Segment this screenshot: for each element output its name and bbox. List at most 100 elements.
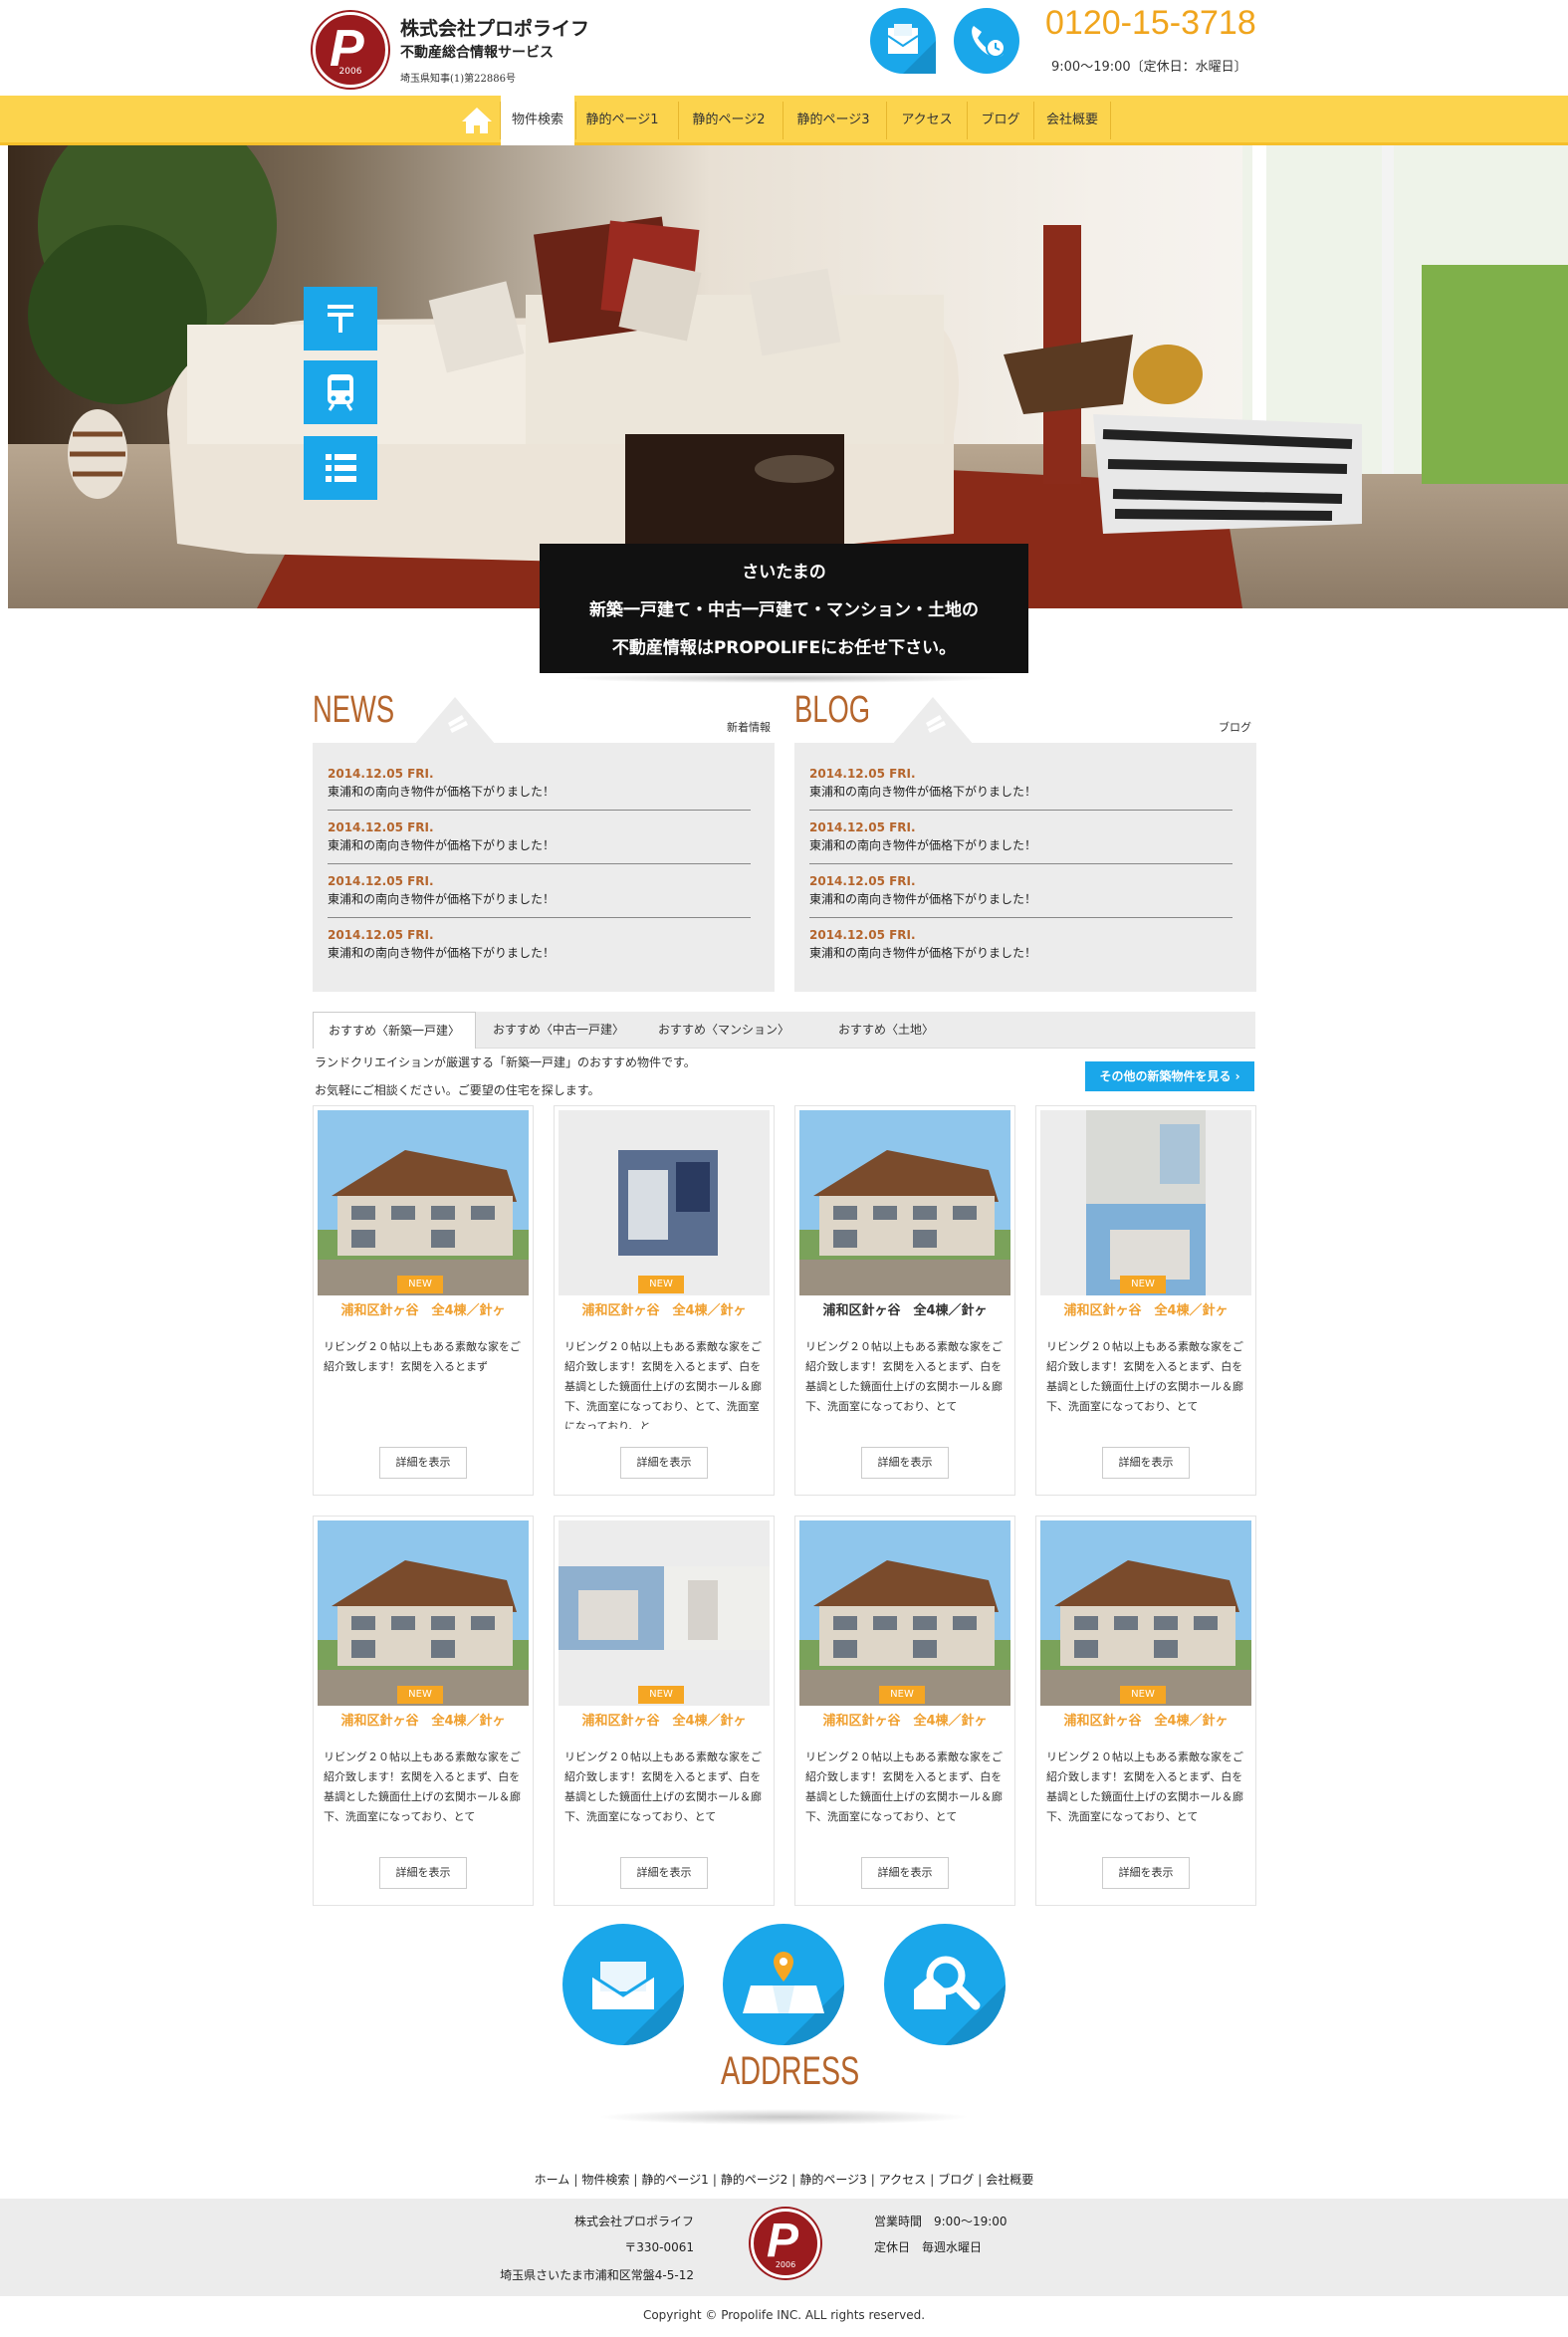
detail-button[interactable]: 詳細を表示 [1102,1857,1190,1889]
hero-caption-line: 不動産情報はPROPOLIFEにお任せ下さい。 [611,638,957,658]
footer-logo[interactable]: P 2006 [751,2209,820,2278]
property-card[interactable]: NEW 浦和区針ヶ谷 全4棟／針ヶ リビング２０帖以上もある素敵な家をご紹介致します… [1035,1105,1256,1496]
footer-link-static3[interactable]: 静的ページ3 [795,2171,870,2188]
phone-number[interactable]: 0120-15-3718 [1045,4,1256,43]
blog-text[interactable]: 東浦和の南向き物件が価格下がりました！ [809,783,1232,800]
nav-item-access[interactable]: アクセス [887,96,967,145]
blog-text[interactable]: 東浦和の南向き物件が価格下がりました！ [809,836,1232,853]
blog-title: BLOG [794,689,871,731]
property-title[interactable]: 浦和区針ヶ谷 全4棟／針ヶ [1036,1299,1255,1318]
blog-item[interactable]: 2014.12.05 FRI. 東浦和の南向き物件が価格下がりました！ [809,874,1232,918]
property-photo[interactable] [559,1110,770,1295]
property-title[interactable]: 浦和区針ヶ谷 全4棟／針ヶ [795,1710,1014,1729]
address-title: ADDRESS [721,2049,860,2093]
property-card[interactable]: NEW 浦和区針ヶ谷 全4棟／針ヶ リビング２０帖以上もある素敵な家をご紹介致します… [313,1105,534,1496]
map-pin-icon[interactable] [723,1924,844,2045]
news-list: 2014.12.05 FRI. 東浦和の南向き物件が価格下がりました！ 2014… [313,743,775,992]
detail-button[interactable]: 詳細を表示 [1102,1447,1190,1479]
property-photo[interactable] [318,1110,529,1295]
postal-search-button[interactable] [304,287,377,351]
property-card[interactable]: 浦和区針ヶ谷 全4棟／針ヶリビング２０帖以上もある素敵な家をご紹介致します！玄関… [794,1105,1015,1496]
train-search-button[interactable] [304,360,377,424]
footer-link-blog[interactable]: ブログ [934,2171,978,2188]
nav-item-company[interactable]: 会社概要 [1034,96,1110,145]
new-badge: NEW [1120,1276,1166,1293]
property-photo[interactable] [799,1110,1010,1295]
tab-land[interactable]: おすすめ〈土地〉 [806,1012,966,1049]
news-text[interactable]: 東浦和の南向き物件が価格下がりました！ [328,890,751,907]
property-photo[interactable] [559,1520,770,1706]
news-date: 2014.12.05 FRI. [328,767,434,781]
news-text[interactable]: 東浦和の南向き物件が価格下がりました！ [328,944,751,961]
company-name: 株式会社プロポライフ [400,18,590,40]
detail-button[interactable]: 詳細を表示 [620,1447,708,1479]
footer-link-static2[interactable]: 静的ページ2 [717,2171,791,2188]
news-item[interactable]: 2014.12.05 FRI. 東浦和の南向き物件が価格下がりました！ [328,820,751,864]
property-description: リビング２０帖以上もある素敵な家をご紹介致します！玄関を入るとまず、白を基調とし… [564,1751,762,1823]
nav-item-static3[interactable]: 静的ページ3 [784,96,883,145]
more-properties-button[interactable]: その他の新築物件を見る › [1085,1061,1254,1091]
property-description: リビング２０帖以上もある素敵な家をご紹介致します！玄関を入るとまず、白を基調とし… [805,1340,1003,1413]
new-badge: NEW [879,1686,925,1704]
footer-link-home[interactable]: ホーム [531,2171,574,2188]
list-search-button[interactable] [304,436,377,500]
property-title[interactable]: 浦和区針ヶ谷 全4棟／針ヶ [555,1299,774,1318]
mail-icon[interactable] [870,8,936,74]
nav-item-blog[interactable]: ブログ [968,96,1033,145]
company-logo[interactable]: P 2006 [313,12,388,88]
phone-clock-icon[interactable] [954,8,1019,74]
contact-mail-icon[interactable] [562,1924,684,2045]
property-photo[interactable] [1040,1520,1251,1706]
detail-button[interactable]: 詳細を表示 [379,1447,467,1479]
tab-mansion[interactable]: おすすめ〈マンション〉 [641,1012,806,1049]
blog-item[interactable]: 2014.12.05 FRI. 東浦和の南向き物件が価格下がりました！ [809,767,1232,811]
nav-item-search[interactable]: 物件検索 [501,96,574,145]
footer-logo-year: 2006 [775,2260,796,2269]
property-title[interactable]: 浦和区針ヶ谷 全4棟／針ヶ [314,1710,533,1729]
blog-text[interactable]: 東浦和の南向き物件が価格下がりました！ [809,944,1232,961]
new-badge: NEW [1120,1686,1166,1704]
property-photo[interactable] [318,1520,529,1706]
tab-used-house[interactable]: おすすめ〈中古一戸建〉 [476,1012,641,1049]
news-text[interactable]: 東浦和の南向き物件が価格下がりました！ [328,836,751,853]
news-text[interactable]: 東浦和の南向き物件が価格下がりました！ [328,783,751,800]
hero-caption: さいたまの 新築一戸建て・中古一戸建て・マンション・土地の 不動産情報はPROP… [540,544,1028,673]
property-title[interactable]: 浦和区針ヶ谷 全4棟／針ヶ [1036,1710,1255,1729]
blog-item[interactable]: 2014.12.05 FRI. 東浦和の南向き物件が価格下がりました！ [809,928,1232,961]
property-description: リビング２０帖以上もある素敵な家をご紹介致します！玄関を入るとまず、白を基調とし… [805,1751,1003,1823]
property-card[interactable]: NEW 浦和区針ヶ谷 全4棟／針ヶ リビング２０帖以上もある素敵な家をご紹介致します… [1035,1516,1256,1906]
footer-address: 埼玉県さいたま市浦和区常盤4-5-12 [500,2268,694,2282]
property-card[interactable]: NEW 浦和区針ヶ谷 全4棟／針ヶ リビング２０帖以上もある素敵な家をご紹介致します… [554,1105,775,1496]
property-title[interactable]: 浦和区針ヶ谷 全4棟／針ヶ [314,1299,533,1318]
detail-button[interactable]: 詳細を表示 [861,1857,949,1889]
property-photo[interactable] [799,1520,1010,1706]
property-card[interactable]: NEW 浦和区針ヶ谷 全4棟／針ヶリビング２０帖以上もある素敵な家をご紹介致します… [794,1516,1015,1906]
service-tagline: 不動産総合情報サービス [400,45,554,61]
property-photo[interactable] [1040,1110,1251,1295]
blog-item[interactable]: 2014.12.05 FRI. 東浦和の南向き物件が価格下がりました！ [809,820,1232,864]
detail-button[interactable]: 詳細を表示 [379,1857,467,1889]
footer-link-static1[interactable]: 静的ページ1 [637,2171,712,2188]
news-item[interactable]: 2014.12.05 FRI. 東浦和の南向き物件が価格下がりました！ [328,874,751,918]
nav-item-static2[interactable]: 静的ページ2 [679,96,779,145]
hero-caption-line: 新築一戸建て・中古一戸建て・マンション・土地の [589,600,979,620]
property-title[interactable]: 浦和区針ヶ谷 全4棟／針ヶ [795,1299,1014,1318]
property-card[interactable]: NEW 浦和区針ヶ谷 全4棟／針ヶ リビング２０帖以上もある素敵な家をご紹介致します… [554,1516,775,1906]
hero-image [8,145,1568,608]
news-item[interactable]: 2014.12.05 FRI. 東浦和の南向き物件が価格下がりました！ [328,928,751,961]
detail-button[interactable]: 詳細を表示 [861,1447,949,1479]
news-item[interactable]: 2014.12.05 FRI. 東浦和の南向き物件が価格下がりました！ [328,767,751,811]
property-card[interactable]: NEW 浦和区針ヶ谷 全4棟／針ヶ リビング２０帖以上もある素敵な家をご紹介致します… [313,1516,534,1906]
blog-text[interactable]: 東浦和の南向き物件が価格下がりました！ [809,890,1232,907]
tab-new-house[interactable]: おすすめ〈新築一戸建〉 [313,1012,476,1049]
detail-button[interactable]: 詳細を表示 [620,1857,708,1889]
footer-link-search[interactable]: 物件検索 [577,2171,633,2188]
home-icon[interactable] [460,106,494,135]
property-title[interactable]: 浦和区針ヶ谷 全4棟／針ヶ [555,1710,774,1729]
property-search-icon[interactable] [884,1924,1006,2045]
footer-link-company[interactable]: 会社概要 [982,2171,1037,2188]
footer-link-access[interactable]: アクセス [875,2171,930,2188]
news-subtitle: 新着情報 [727,721,771,734]
news-date: 2014.12.05 FRI. [328,820,434,834]
nav-item-static1[interactable]: 静的ページ1 [576,96,668,145]
